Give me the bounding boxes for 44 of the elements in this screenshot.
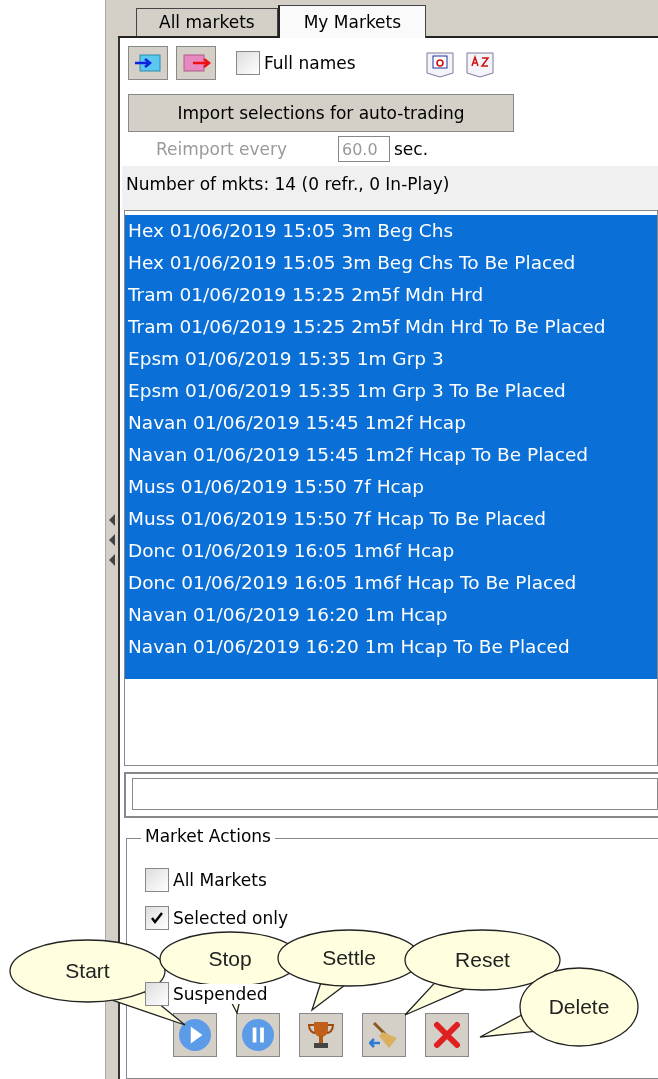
market-item[interactable]: Tram 01/06/2019 15:25 2m5f Mdn Hrd To Be Placed xyxy=(125,311,657,343)
pause-button[interactable] xyxy=(236,1013,280,1057)
pause-icon xyxy=(242,1019,274,1051)
seconds-label: sec. xyxy=(394,139,429,159)
import-arrow-button[interactable] xyxy=(128,46,168,80)
check-icon xyxy=(150,911,164,925)
option-checkbox[interactable]: Selected only xyxy=(145,899,291,937)
market-item[interactable]: Tram 01/06/2019 15:25 2m5f Mdn Hrd xyxy=(125,279,657,311)
tooltip-label: Reset xyxy=(455,948,510,972)
arrow-out-icon xyxy=(181,52,211,74)
market-item[interactable]: Donc 01/06/2019 16:05 1m6f Hcap xyxy=(125,535,657,567)
option-checkbox[interactable]: All Markets xyxy=(145,861,269,899)
start-button[interactable] xyxy=(173,1013,217,1057)
play-icon xyxy=(179,1019,211,1051)
trophy-button[interactable] xyxy=(299,1013,343,1057)
full-names-checkbox[interactable]: Full names xyxy=(236,51,356,75)
market-item[interactable]: Navan 01/06/2019 15:45 1m2f Hcap To Be Placed xyxy=(125,439,657,471)
text-field[interactable] xyxy=(132,778,658,810)
tooltip-label: Delete xyxy=(548,995,610,1019)
reimport-label: Reimport every xyxy=(156,139,289,159)
market-item[interactable]: Navan 01/06/2019 16:20 1m Hcap xyxy=(125,599,657,631)
market-item[interactable]: Navan 01/06/2019 15:45 1m2f Hcap xyxy=(125,407,657,439)
tab[interactable]: My Markets xyxy=(277,5,427,38)
market-item[interactable]: Epsm 01/06/2019 15:35 1m Grp 3 To Be Placed xyxy=(125,375,657,407)
market-item[interactable]: Donc 01/06/2019 16:05 1m6f Hcap To Be Placed xyxy=(125,567,657,599)
export-arrow-button[interactable] xyxy=(176,46,216,80)
delete-button[interactable] xyxy=(425,1013,469,1057)
market-item[interactable]: Navan 01/06/2019 16:20 1m Hcap To Be Placed xyxy=(125,631,657,663)
market-item[interactable]: Hex 01/06/2019 15:05 3m Beg Chs xyxy=(125,215,657,247)
broom-icon xyxy=(369,1021,399,1049)
tab[interactable]: All markets xyxy=(136,8,278,36)
arrow-in-icon xyxy=(133,52,163,74)
market-count-label: Number of mkts: 14 (0 refr., 0 In-Play) xyxy=(122,166,658,210)
close-icon xyxy=(433,1021,461,1049)
market-item[interactable]: Epsm 01/06/2019 15:35 1m Grp 3 xyxy=(125,343,657,375)
market-item[interactable]: Muss 01/06/2019 15:50 7f Hcap xyxy=(125,471,657,503)
market-item[interactable]: Hex 01/06/2019 15:05 3m Beg Chs To Be Placed xyxy=(125,247,657,279)
tooltip-label: Stop xyxy=(208,947,252,971)
tooltip-label: Settle xyxy=(322,946,376,970)
market-item[interactable]: Muss 01/06/2019 15:50 7f Hcap To Be Placed xyxy=(125,503,657,535)
trophy-icon xyxy=(308,1021,334,1049)
import-button[interactable]: Import selections for auto-trading xyxy=(128,94,514,132)
tooltip-label: Start xyxy=(65,959,110,983)
broom-button[interactable] xyxy=(362,1013,406,1057)
